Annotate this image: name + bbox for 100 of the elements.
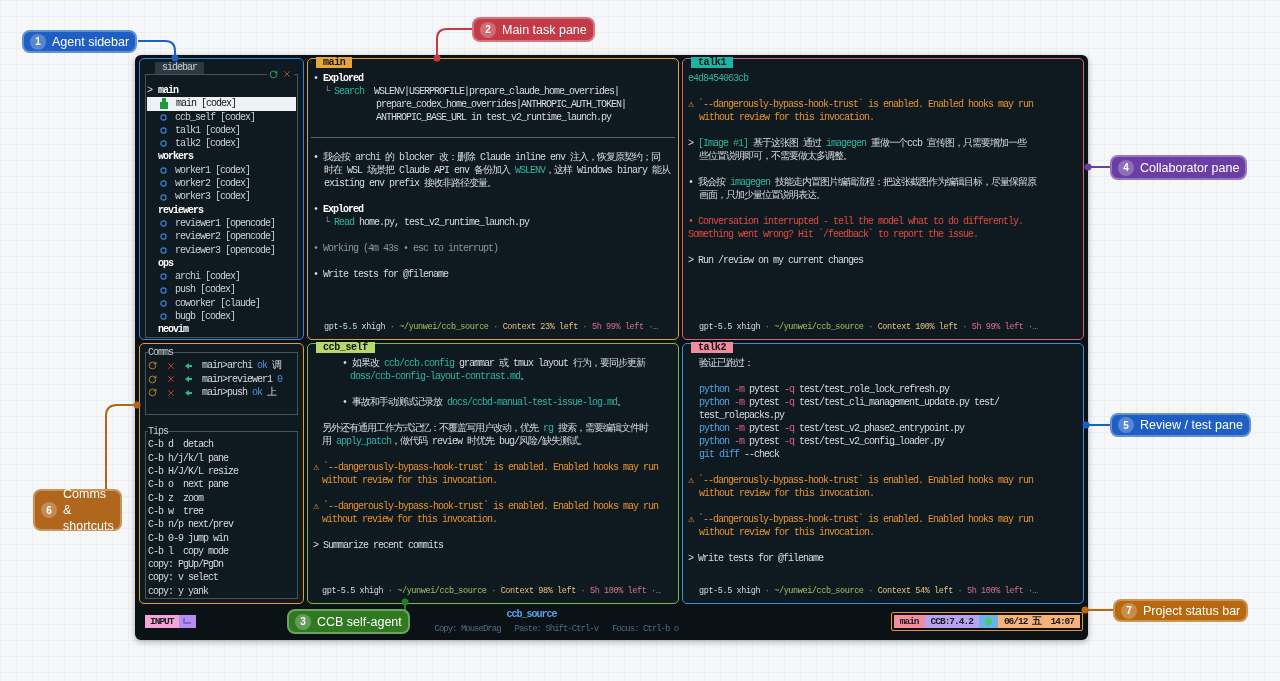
close-icon[interactable] — [166, 374, 176, 385]
agent-item[interactable]: worker1 [codex] — [147, 163, 296, 178]
close-icon[interactable] — [282, 69, 292, 79]
output-line: doss/ccb-config-layout-contrast.md。 — [349, 370, 531, 383]
agent-item[interactable]: worker2 [codex] — [147, 177, 296, 191]
agent-item[interactable]: reviewer1 [opencode] — [147, 216, 296, 231]
refresh-icon[interactable] — [269, 69, 278, 79]
message-status: 0 — [277, 372, 283, 386]
agent-item[interactable]: archi [codex] — [147, 270, 296, 284]
output-line: ⚠ `--dangerously-bypass-hook-trust` is enabled. Enabled hooks may run — [313, 500, 660, 513]
retry-icon[interactable] — [148, 361, 157, 371]
message-status: ok — [257, 359, 268, 373]
mode-badge: INPUT — [145, 615, 179, 628]
output-line: python -m pytest -q test/test_v2_config_loader.py — [698, 435, 946, 448]
callout-label: Agent sidebar — [52, 33, 130, 50]
output-line: existing env prefix 接收非路径变量。 — [323, 177, 498, 190]
status-circle-icon — [160, 299, 167, 307]
pane-title: ccb_self — [316, 342, 375, 353]
tip-line: C-b o next pane — [148, 478, 230, 492]
message-route: main>archi — [202, 359, 252, 373]
callout-label: Comms & shortcuts — [63, 486, 114, 534]
output-line: └ Search WSLENV|USERPROFILE|prepare_claude_home_overrides| — [323, 85, 621, 98]
output-line: 些位置说明即可，不需要做太多调整。 — [698, 150, 853, 163]
agent-item[interactable]: push [codex] — [147, 283, 296, 297]
callout-label: Collaborator pane — [1140, 159, 1240, 176]
output-line: • Explored — [313, 72, 365, 85]
output-line: e4d8454063cb — [688, 72, 750, 85]
tip-line: C-b l copy mode — [148, 544, 230, 559]
tip-line: copy: y yank — [148, 584, 210, 598]
output-line: without review for this invocation. — [698, 111, 876, 124]
close-icon[interactable] — [166, 387, 176, 398]
callout-number: 6 — [41, 502, 57, 518]
status-circle-icon — [160, 246, 167, 254]
output-line: without review for this invocation. — [698, 487, 876, 500]
output-line: > Summarize recent commits — [313, 539, 445, 552]
output-line: python -m pytest -q test/test_v2_phase2_entrypoint.py — [698, 422, 966, 435]
status-circle-icon — [160, 313, 167, 321]
output-line: python -m pytest -q test/test_role_lock_refresh.py — [698, 383, 951, 396]
output-line: • Write tests for @filename — [313, 268, 450, 281]
agent-item[interactable]: main [codex] — [147, 97, 296, 111]
status-line: gpt-5.5 xhigh · ~/yunwei/ccb_source · Context 54% left · 5h 100% left ·… — [698, 585, 1039, 598]
output-line: • 我会按 archi 的 blocker 改：删除 Claude inline env 注入，恢复原契约；同 — [313, 151, 662, 164]
callout-label: Review / test pane — [1140, 417, 1243, 433]
pane-title: talk2 — [691, 342, 733, 353]
output-line: • 事故和手动测试记录放 docs/ccbd-manual-test-issue-log.md。 — [341, 396, 628, 409]
box-title: Comms — [148, 346, 173, 360]
box-title: Tips — [148, 425, 168, 439]
agent-item[interactable]: ccb_self [codex] — [147, 110, 296, 124]
status-circle-icon — [160, 233, 167, 241]
callout-number: 5 — [1118, 417, 1134, 433]
tip-line: C-b h/j/k/l pane — [148, 451, 230, 466]
group-header[interactable]: main — [158, 84, 178, 98]
group-header[interactable]: ops — [158, 256, 173, 271]
output-line: without review for this invocation. — [321, 513, 499, 526]
status-circle-icon — [160, 127, 167, 135]
retry-icon[interactable] — [148, 374, 157, 384]
group-header[interactable]: workers — [158, 150, 193, 164]
agent-item[interactable]: bugb [codex] — [147, 310, 296, 324]
tip-line: C-b 0-9 jump win — [148, 531, 229, 545]
agent-item[interactable]: reviewer3 [opencode] — [147, 243, 296, 257]
agent-item[interactable]: coworker [claude] — [147, 296, 296, 311]
group-marker: > — [147, 85, 152, 96]
shortcut-hint: Paste: Shift-Ctrl-v — [514, 622, 599, 636]
status-circle-icon — [160, 273, 167, 281]
output-line: 另外还有通用工作方式记忆：不覆盖写用户改动，优先 rg 搜索，需要编辑文件时 — [321, 422, 650, 435]
output-line: • Explored — [313, 203, 365, 216]
agent-item[interactable]: reviewer2 [opencode] — [147, 230, 296, 244]
callout-number: 2 — [480, 21, 496, 38]
status-circle-icon — [160, 166, 167, 174]
pane-title: sidebar — [155, 62, 204, 74]
output-line: ⚠ `--dangerously-bypass-hook-trust` is enabled. Enabled hooks may run — [688, 513, 1035, 526]
message-route: main>push — [202, 385, 247, 400]
status-segment: CCB:7.4.2 — [924, 615, 979, 628]
callout-number: 1 — [30, 33, 46, 50]
message-note: 上 — [267, 385, 277, 400]
pane-title: talk1 — [691, 57, 733, 68]
callout-label: Project status bar — [1143, 602, 1241, 619]
project-title: ccb_source — [506, 607, 558, 622]
output-line: without review for this invocation. — [698, 526, 876, 539]
callout-label: CCB self-agent — [317, 613, 402, 630]
close-icon[interactable] — [166, 360, 176, 371]
message-route: main>reviewer1 — [202, 372, 272, 386]
status-dot-icon — [984, 618, 992, 625]
agent-item[interactable]: talk2 [codex] — [147, 137, 296, 151]
output-line: > Run /review on my current changes — [688, 254, 865, 267]
output-line: Something went wrong? Hit `/feedback` to report the issue. — [688, 228, 980, 241]
retry-icon[interactable] — [148, 388, 157, 398]
person-icon — [160, 98, 168, 110]
output-line: test_rolepacks.py — [698, 409, 786, 422]
output-line: ⚠ `--dangerously-bypass-hook-trust` is enabled. Enabled hooks may run — [688, 98, 1035, 111]
group-header[interactable]: neovim — [158, 323, 188, 337]
output-line: 验证已跑过： — [698, 357, 754, 370]
agent-item[interactable]: talk1 [codex] — [147, 123, 296, 138]
tip-line: C-b d detach — [148, 438, 214, 452]
group-header[interactable]: reviewers — [158, 203, 203, 217]
agent-item[interactable]: worker3 [codex] — [147, 190, 296, 204]
output-line: python -m pytest -q test/test_cli_management_update.py test/ — [698, 396, 1001, 409]
message-status: ok — [252, 385, 263, 400]
callout-number: 4 — [1118, 159, 1134, 176]
output-line: git diff --check — [698, 448, 781, 461]
